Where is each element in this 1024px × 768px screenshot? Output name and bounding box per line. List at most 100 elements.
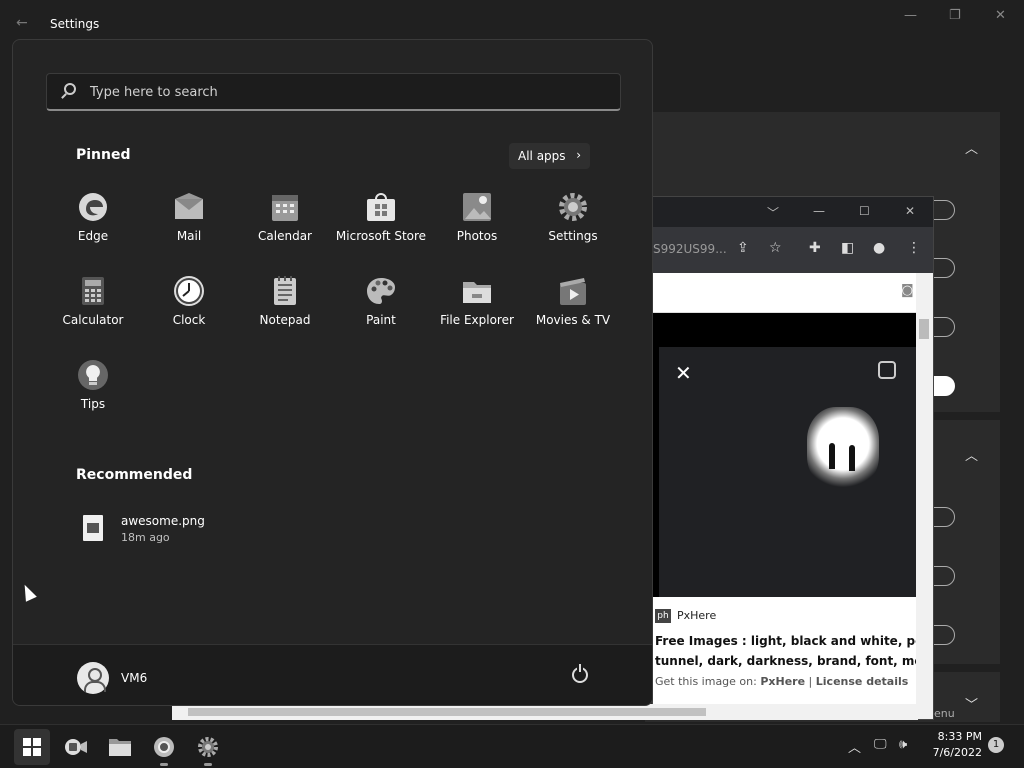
photos-icon xyxy=(463,193,491,221)
expand-chevron-icon[interactable]: ﹀ xyxy=(965,694,978,713)
running-indicator xyxy=(160,763,168,766)
source-name[interactable]: PxHere xyxy=(677,609,716,622)
pinned-app-paint[interactable]: Paint xyxy=(333,275,429,359)
folder-icon xyxy=(109,739,131,756)
image-preview-panel: ✕ xyxy=(659,347,918,597)
pxhere-link[interactable]: PxHere xyxy=(760,675,805,688)
user-name[interactable]: VM6 xyxy=(121,671,147,685)
extensions-icon[interactable]: ✚ xyxy=(809,240,821,256)
show-hidden-icons-chevron-icon[interactable]: ︿ xyxy=(848,737,861,756)
pinned-app-calculator[interactable]: Calculator xyxy=(45,275,141,359)
silhouette xyxy=(829,443,835,469)
power-icon[interactable] xyxy=(572,664,588,683)
pinned-app-settings[interactable]: Settings xyxy=(525,191,621,275)
recommended-file-time: 18m ago xyxy=(121,531,170,544)
get-image-line: Get this image on: PxHere | License deta… xyxy=(655,675,909,688)
clock-icon xyxy=(174,276,204,306)
collapse-chevron-icon[interactable]: ︿ xyxy=(965,445,978,464)
browser-maximize-button[interactable]: ☐ xyxy=(859,204,870,218)
share-icon[interactable]: ⇪ xyxy=(737,240,749,256)
browser-minimize-button[interactable]: — xyxy=(813,204,825,218)
mail-icon xyxy=(175,193,203,219)
pinned-app-clock[interactable]: Clock xyxy=(141,275,237,359)
lens-icon[interactable] xyxy=(878,361,896,379)
notepad-icon xyxy=(274,276,296,305)
address-bar[interactable]: S992US99... xyxy=(653,242,727,256)
browser-toolbar: S992US99... ⇪ ☆ ✚ ◧ ● ⋮ xyxy=(653,227,933,273)
browser-window: ﹀ — ☐ ✕ S992US99... ⇪ ☆ ✚ ◧ ● ⋮ ◙ ✕ ph P… xyxy=(652,196,934,720)
pinned-app-calendar[interactable]: Calendar xyxy=(237,191,333,275)
taskbar-teams-chat[interactable] xyxy=(58,729,94,765)
scrollbar-thumb[interactable] xyxy=(188,708,706,716)
calculator-icon xyxy=(82,277,104,305)
user-avatar-icon[interactable] xyxy=(77,662,109,694)
menu-text-fragment: enu xyxy=(934,707,955,720)
taskbar-time[interactable]: 8:33 PM xyxy=(936,730,982,743)
notification-badge[interactable]: 1 xyxy=(988,737,1004,753)
camera-search-icon[interactable]: ◙ xyxy=(901,283,914,298)
pinned-app-file-explorer[interactable]: File Explorer xyxy=(429,275,525,359)
search-placeholder: Type here to search xyxy=(90,85,218,100)
recommended-title: Recommended xyxy=(76,467,193,483)
pinned-app-microsoft-store[interactable]: Microsoft Store xyxy=(333,191,429,275)
scrollbar-thumb[interactable] xyxy=(919,319,929,339)
search-input[interactable]: Type here to search xyxy=(46,73,621,111)
vertical-scrollbar[interactable] xyxy=(916,273,933,719)
close-window-button[interactable]: ✕ xyxy=(995,8,1006,23)
start-menu: Type here to search Pinned All apps › Ed… xyxy=(12,39,653,706)
silhouette xyxy=(849,445,855,471)
browser-titlebar: ﹀ — ☐ ✕ xyxy=(653,197,933,227)
start-menu-footer: VM6 xyxy=(13,644,652,705)
folder-icon xyxy=(463,282,491,303)
license-details-link[interactable]: License details xyxy=(816,675,909,688)
back-arrow-icon[interactable]: ← xyxy=(16,15,28,31)
gear-icon xyxy=(198,737,218,757)
pinned-app-movies-tv[interactable]: Movies & TV xyxy=(525,275,621,359)
browser-icon xyxy=(154,737,174,757)
tunnel-image[interactable] xyxy=(807,407,879,489)
pinned-app-notepad[interactable]: Notepad xyxy=(237,275,333,359)
pinned-app-edge[interactable]: Edge xyxy=(45,191,141,275)
paint-icon xyxy=(367,278,395,304)
all-apps-button[interactable]: All apps › xyxy=(509,143,590,169)
side-panel-icon[interactable]: ◧ xyxy=(841,240,854,256)
settings-window-title: Settings xyxy=(50,17,100,31)
horizontal-scrollbar[interactable] xyxy=(172,704,918,720)
image-info: ph PxHere Free Images : light, black and… xyxy=(653,597,932,719)
page-search-bar: ◙ xyxy=(653,273,933,313)
taskbar-settings[interactable] xyxy=(190,729,226,766)
browser-close-button[interactable]: ✕ xyxy=(905,204,915,218)
network-icon[interactable]: 🖵 xyxy=(874,737,887,752)
more-menu-icon[interactable]: ⋮ xyxy=(907,240,921,256)
minimize-button[interactable]: — xyxy=(904,8,917,23)
maximize-button[interactable]: ❐ xyxy=(949,8,961,23)
tab-search-chevron-icon[interactable]: ﹀ xyxy=(767,204,779,221)
pxhere-logo-icon: ph xyxy=(655,609,671,623)
pinned-title: Pinned xyxy=(76,147,131,163)
store-icon xyxy=(367,193,395,221)
image-viewer: ✕ ph PxHere Free Images : light, black a… xyxy=(653,313,932,719)
running-indicator xyxy=(204,763,212,766)
recommended-item[interactable]: awesome.png 18m ago xyxy=(79,512,279,552)
pinned-app-tips[interactable]: Tips xyxy=(45,359,141,443)
collapse-chevron-icon[interactable]: ︿ xyxy=(965,138,978,157)
start-button[interactable] xyxy=(14,729,50,765)
result-title[interactable]: Free Images : light, black and white, pe… xyxy=(655,631,932,671)
taskbar-file-explorer[interactable] xyxy=(102,729,138,765)
search-icon xyxy=(64,83,76,95)
pinned-app-mail[interactable]: Mail xyxy=(141,191,237,275)
edge-icon xyxy=(79,193,107,221)
windows-logo-icon xyxy=(23,738,41,756)
recommended-file-name: awesome.png xyxy=(121,514,205,528)
video-chat-icon xyxy=(65,739,87,755)
volume-icon[interactable]: 🕪 xyxy=(899,737,907,752)
lightbulb-icon xyxy=(78,360,108,390)
pinned-app-photos[interactable]: Photos xyxy=(429,191,525,275)
taskbar-date[interactable]: 7/6/2022 xyxy=(930,746,982,759)
taskbar: ︿ 🖵 🕪 8:33 PM 7/6/2022 1 xyxy=(0,724,1024,768)
taskbar-chrome[interactable] xyxy=(146,729,182,766)
profile-icon[interactable]: ● xyxy=(873,240,885,256)
gear-icon xyxy=(559,193,587,221)
bookmark-star-icon[interactable]: ☆ xyxy=(769,240,782,256)
close-icon[interactable]: ✕ xyxy=(675,361,692,385)
